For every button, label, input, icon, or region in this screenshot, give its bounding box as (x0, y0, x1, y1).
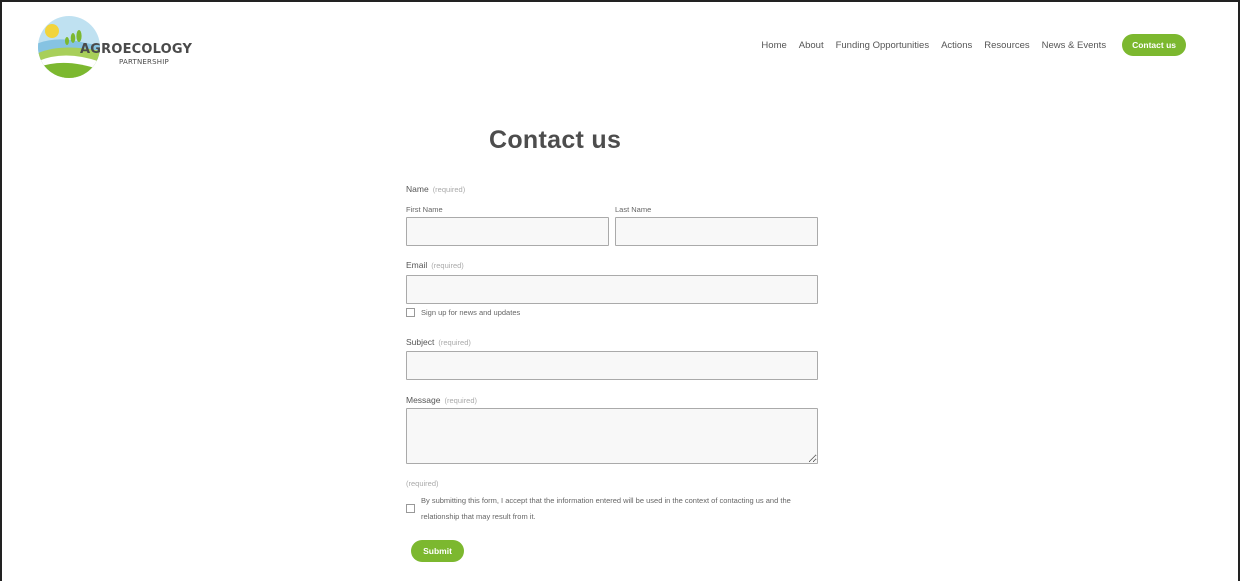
first-name-field[interactable] (406, 217, 609, 246)
message-label: Message (required) (406, 395, 477, 405)
nav-funding-opportunities[interactable]: Funding Opportunities (836, 40, 929, 51)
contact-us-button[interactable]: Contact us (1122, 34, 1186, 56)
name-label-text: Name (406, 184, 429, 194)
last-name-label: Last Name (615, 205, 652, 214)
subject-label: Subject (required) (406, 337, 471, 347)
page-title: Contact us (489, 126, 622, 154)
email-required: (required) (431, 261, 464, 270)
message-required: (required) (444, 396, 478, 405)
subject-label-text: Subject (406, 337, 435, 347)
name-required: (required) (432, 185, 466, 194)
consent-checkbox[interactable] (406, 504, 415, 513)
subject-field[interactable] (406, 351, 818, 380)
nav-resources[interactable]: Resources (984, 40, 1029, 51)
submit-button[interactable]: Submit (411, 540, 464, 562)
main-nav: Home About Funding Opportunities Actions… (749, 34, 1186, 56)
name-label: Name (required) (406, 184, 465, 194)
logo-title: AGROECOLOGY (80, 42, 193, 57)
newsletter-label: Sign up for news and updates (421, 308, 521, 317)
message-label-text: Message (406, 395, 441, 405)
last-name-field[interactable] (615, 217, 818, 246)
email-label-text: Email (406, 260, 428, 270)
nav-about[interactable]: About (799, 40, 824, 51)
nav-home[interactable]: Home (761, 40, 786, 51)
consent-text: By submitting this form, I accept that t… (421, 496, 791, 521)
email-label: Email (required) (406, 260, 464, 270)
nav-news-events[interactable]: News & Events (1042, 40, 1106, 51)
email-field[interactable] (406, 275, 818, 304)
logo-subtitle: PARTNERSHIP (119, 58, 169, 66)
consent-required-note: (required) (406, 479, 439, 488)
first-name-label: First Name (406, 205, 443, 214)
newsletter-checkbox[interactable] (406, 308, 415, 317)
message-field[interactable] (406, 408, 818, 464)
site-logo[interactable]: AGROECOLOGY PARTNERSHIP (36, 14, 192, 80)
subject-required: (required) (438, 338, 471, 347)
nav-actions[interactable]: Actions (941, 40, 972, 51)
